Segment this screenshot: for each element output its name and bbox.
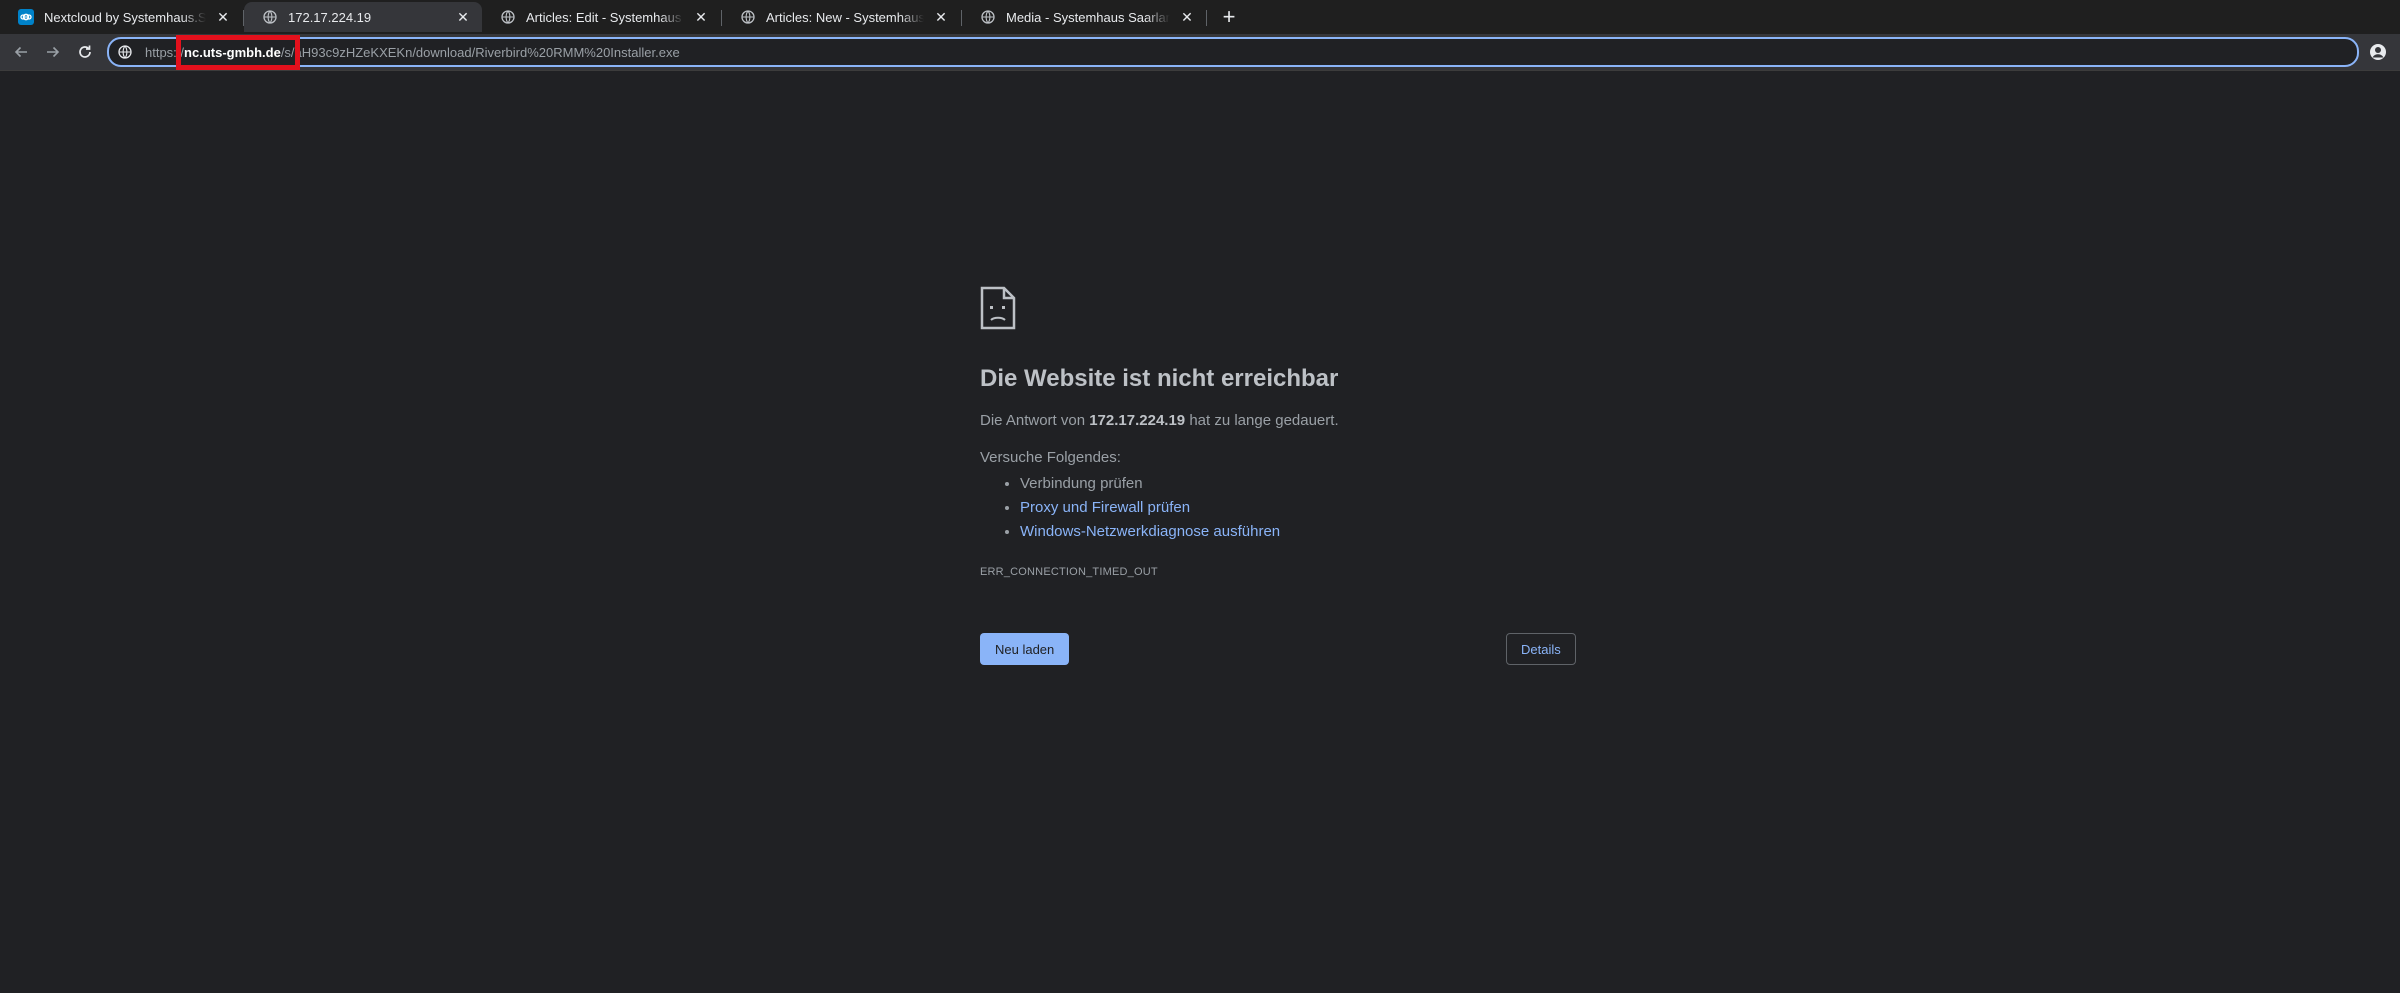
- globe-icon: [980, 9, 996, 25]
- globe-icon: [262, 9, 278, 25]
- error-title: Die Website ist nicht erreichbar: [980, 365, 1339, 392]
- url-text: https://nc.uts-gmbh.de/s/aH93c9zHZeKXEKn…: [145, 45, 680, 60]
- tab-title: Media - Systemhaus Saarland | Dashboard: [1006, 9, 1170, 25]
- tab-strip: Nextcloud by Systemhaus.Saarland ✕ 172.1…: [0, 0, 2400, 34]
- close-icon[interactable]: ✕: [1178, 8, 1196, 26]
- site-info-icon[interactable]: [117, 44, 133, 60]
- back-icon[interactable]: [10, 41, 32, 63]
- error-message-host: 172.17.224.19: [1089, 412, 1186, 429]
- error-message-prefix: Die Antwort von: [980, 412, 1090, 429]
- tab-separator: [1206, 10, 1207, 26]
- browser-toolbar: https://nc.uts-gmbh.de/s/aH93c9zHZeKXEKn…: [0, 34, 2400, 71]
- suggestion-network-diagnostics-item: Windows-Netzwerkdiagnose ausführen: [1020, 520, 1580, 544]
- tab-active-ip[interactable]: 172.17.224.19 ✕: [244, 2, 482, 32]
- new-tab-button[interactable]: +: [1216, 4, 1242, 30]
- tab-articles-edit[interactable]: Articles: Edit - Systemhaus Saarland ✕: [482, 2, 720, 32]
- suggestion-check-proxy-link[interactable]: Proxy und Firewall prüfen: [1020, 499, 1190, 516]
- tab-media[interactable]: Media - Systemhaus Saarland | Dashboard …: [962, 2, 1206, 32]
- details-button[interactable]: Details: [1506, 633, 1576, 665]
- address-bar[interactable]: https://nc.uts-gmbh.de/s/aH93c9zHZeKXEKn…: [107, 37, 2359, 67]
- error-actions: Neu laden Details: [980, 633, 1580, 667]
- reload-icon[interactable]: [74, 41, 96, 63]
- error-page: Die Website ist nicht erreichbar Die Ant…: [980, 286, 1580, 667]
- close-icon[interactable]: ✕: [454, 8, 472, 26]
- forward-icon[interactable]: [42, 41, 64, 63]
- tab-title: 172.17.224.19: [288, 9, 372, 25]
- tab-title: Articles: New - Systemhaus Saarland: [766, 9, 924, 25]
- suggest-heading: Versuche Folgendes:: [980, 449, 1121, 466]
- reload-button[interactable]: Neu laden: [980, 633, 1070, 665]
- error-message-suffix: hat zu lange gedauert.: [1185, 412, 1339, 429]
- globe-icon: [500, 9, 516, 25]
- nextcloud-icon: [18, 9, 34, 25]
- error-code: ERR_CONNECTION_TIMED_OUT: [980, 566, 1158, 578]
- url-path: /s/aH93c9zHZeKXEKn/download/Riverbird%20…: [280, 44, 680, 60]
- suggestion-check-proxy-item: Proxy und Firewall prüfen: [1020, 496, 1580, 520]
- suggestion-network-diagnostics-link[interactable]: Windows-Netzwerkdiagnose ausführen: [1020, 523, 1280, 540]
- close-icon[interactable]: ✕: [214, 8, 232, 26]
- close-icon[interactable]: ✕: [692, 8, 710, 26]
- close-icon[interactable]: ✕: [932, 8, 950, 26]
- sad-page-icon: [980, 286, 1016, 330]
- suggestion-list: Verbindung prüfen Proxy und Firewall prü…: [980, 472, 1580, 544]
- globe-icon: [740, 9, 756, 25]
- suggestion-check-connection: Verbindung prüfen: [1020, 472, 1580, 496]
- tab-nextcloud[interactable]: Nextcloud by Systemhaus.Saarland ✕: [0, 2, 242, 32]
- tab-articles-new[interactable]: Articles: New - Systemhaus Saarland ✕: [722, 2, 960, 32]
- url-host: nc.uts-gmbh.de: [184, 44, 281, 60]
- tab-title: Nextcloud by Systemhaus.Saarland: [44, 9, 206, 25]
- url-scheme: https://: [145, 44, 185, 60]
- tab-title: Articles: Edit - Systemhaus Saarland: [526, 9, 684, 25]
- error-message: Die Antwort von 172.17.224.19 hat zu lan…: [980, 411, 1580, 431]
- profile-icon[interactable]: [2368, 42, 2388, 62]
